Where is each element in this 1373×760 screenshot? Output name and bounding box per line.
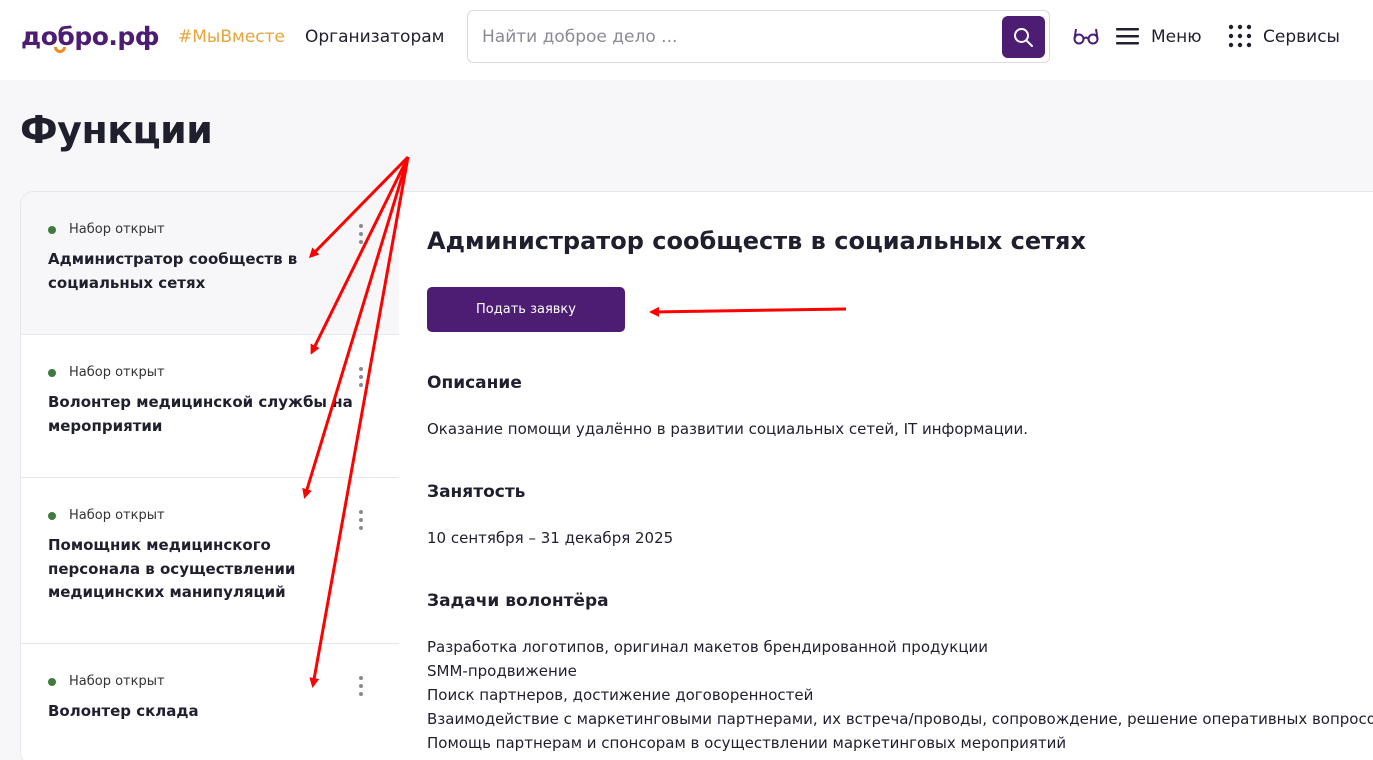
- role-title: Волонтер медицинской службы на мероприят…: [48, 393, 353, 435]
- status-dot-icon: [48, 369, 56, 377]
- employment-text: 10 сентября – 31 декабря 2025: [427, 529, 674, 547]
- functions-card: Набор открыт Администратор сообществ в с…: [20, 191, 1373, 760]
- status-dot-icon: [48, 226, 56, 234]
- role-status: Набор открыт: [69, 508, 165, 523]
- role-item[interactable]: Набор открыт Помощник медицинского персо…: [21, 478, 399, 644]
- more-options-icon[interactable]: [359, 510, 363, 534]
- role-status: Набор открыт: [69, 222, 165, 237]
- role-status: Набор открыт: [69, 365, 165, 380]
- apply-button[interactable]: Подать заявку: [427, 287, 625, 332]
- page-title: Функции: [20, 108, 213, 152]
- menu-button[interactable]: Меню: [1151, 27, 1202, 47]
- description-heading: Описание: [427, 373, 522, 393]
- services-grid-icon[interactable]: [1228, 24, 1252, 48]
- task-item: SMM-продвижение: [427, 662, 577, 680]
- task-item: Помощь партнерам и спонсорам в осуществл…: [427, 734, 1067, 752]
- search-icon: [1014, 28, 1033, 47]
- role-detail: Администратор сообществ в социальных сет…: [427, 192, 1373, 760]
- task-item: Разработка логотипов, оригинал макетов б…: [427, 638, 989, 656]
- role-title: Администратор сообществ в социальных сет…: [48, 250, 298, 292]
- detail-title: Администратор сообществ в социальных сет…: [427, 227, 1086, 255]
- site-header: добро.рф #МыВместе Организаторам Меню Се…: [0, 0, 1373, 80]
- task-item: Поиск партнеров, достижение договореннос…: [427, 686, 814, 704]
- employment-heading: Занятость: [427, 482, 526, 502]
- role-item[interactable]: Набор открыт Волонтер склада: [21, 644, 399, 760]
- role-title: Волонтер склада: [48, 702, 199, 720]
- role-item[interactable]: Набор открыт Администратор сообществ в с…: [21, 192, 399, 335]
- tasks-heading: Задачи волонтёра: [427, 591, 609, 611]
- more-options-icon[interactable]: [359, 367, 363, 391]
- hamburger-menu-icon[interactable]: [1116, 27, 1140, 45]
- status-dot-icon: [48, 512, 56, 520]
- more-options-icon[interactable]: [359, 676, 363, 700]
- hashtag-link[interactable]: #МыВместе: [178, 27, 285, 47]
- role-item[interactable]: Набор открыт Волонтер медицинской службы…: [21, 335, 399, 478]
- task-item: Взаимодействие с маркетинговыми партнера…: [427, 710, 1373, 728]
- search-button[interactable]: [1002, 16, 1045, 58]
- description-text: Оказание помощи удалённо в развитии соци…: [427, 420, 1029, 438]
- search-box: [467, 10, 1050, 63]
- role-status: Набор открыт: [69, 674, 165, 689]
- logo-smile-icon: [54, 47, 66, 53]
- more-options-icon[interactable]: [359, 224, 363, 248]
- organizers-link[interactable]: Организаторам: [305, 27, 444, 47]
- roles-list: Набор открыт Администратор сообществ в с…: [21, 192, 399, 760]
- accessibility-glasses-icon[interactable]: [1073, 26, 1099, 46]
- search-input[interactable]: [482, 26, 982, 48]
- site-logo[interactable]: добро.рф: [21, 22, 160, 51]
- status-dot-icon: [48, 678, 56, 686]
- services-button[interactable]: Сервисы: [1263, 27, 1340, 47]
- role-title: Помощник медицинского персонала в осущес…: [48, 536, 296, 601]
